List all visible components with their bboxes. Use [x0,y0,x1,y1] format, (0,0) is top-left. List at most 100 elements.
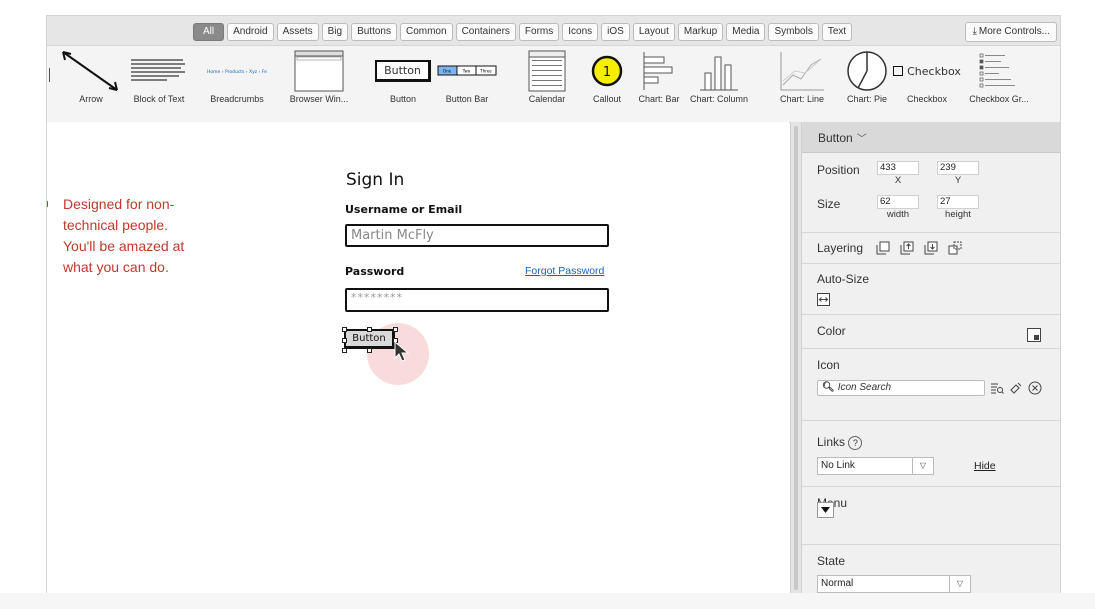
filter-chip-forms[interactable]: Forms [518,23,560,41]
more-controls-button[interactable]: ⤓ More Controls... [965,22,1057,42]
resize-handle-tr[interactable] [393,327,398,332]
filter-chip-containers[interactable]: Containers [455,23,516,41]
color-picker-button[interactable] [1027,328,1041,342]
inspector-header[interactable]: Button ﹀ [802,122,1060,153]
x-field[interactable]: 433 [877,161,919,175]
filter-chip-all[interactable]: All [193,23,225,41]
username-label[interactable]: Username or Email [345,203,462,216]
filter-chip-buttons[interactable]: Buttons [351,23,397,41]
library-item-checkbox-group[interactable]: Checkbox Gr... [964,46,1034,122]
icon-label: Icon [817,358,840,372]
checkbox-thumb-label: Checkbox [907,64,961,78]
resize-handle-tl[interactable] [342,327,347,332]
state-section: State Normal ▽ [802,545,1060,594]
icon-search-placeholder: Icon Search [837,382,892,393]
bring-to-front-icon[interactable] [876,241,890,255]
filter-chip-icons[interactable]: Icons [562,23,599,41]
design-canvas[interactable]: Designed for non- technical people. You'… [47,122,789,594]
icon-browse-icon[interactable] [990,381,1004,395]
component-library: Arrow Block of Text Home › Products › Xyz … [47,46,1060,123]
library-item-text-block[interactable]: Block of Text [124,46,194,122]
more-controls-label: More Controls... [978,26,1050,37]
layering-label: Layering [817,241,864,255]
library-item-button[interactable]: Button Button [368,46,438,122]
button-thumbnail-icon: Button [368,48,438,94]
filter-chip-assets[interactable]: Assets [276,23,319,41]
signin-title[interactable]: Sign In [346,170,404,190]
filter-chips: All Android Assets Big Buttons Common Containe… [193,23,853,41]
chart-line-thumbnail-icon [767,48,837,94]
password-label[interactable]: Password [345,265,404,278]
hide-link[interactable]: Hide [974,460,996,472]
size-label: Size [817,197,841,211]
y-field[interactable]: 239 [937,161,979,175]
help-icon[interactable]: ? [848,435,863,450]
clear-icon[interactable] [1028,381,1042,395]
caret-down-icon: ▽ [949,576,970,592]
resize-handle-bm[interactable] [367,348,372,353]
library-item-breadcrumbs[interactable]: Home › Products › Xyz › Features Breadcru… [202,46,272,122]
library-item-browser[interactable]: Browser Win... [284,46,354,122]
state-select[interactable]: Normal ▽ [817,575,971,593]
links-select[interactable]: No Link ▽ [817,457,934,475]
download-icon: ⤓ [972,26,977,37]
icon-edit-icon[interactable] [1009,381,1023,395]
filter-chip-big[interactable]: Big [321,23,349,41]
filter-chip-common[interactable]: Common [399,23,453,41]
info-icon [47,200,48,208]
filter-chip-symbols[interactable]: Symbols [768,23,819,41]
checkbox-thumbnail-icon: Checkbox [892,48,962,94]
divider-grip[interactable] [794,126,798,590]
note-text: Designed for non- technical people. You'… [63,196,185,275]
height-caption: height [945,209,971,220]
username-input[interactable]: Martin McFly [345,224,609,247]
icon-search-input[interactable]: 🔍︎ Icon Search [817,380,985,396]
width-field[interactable]: 62 [877,195,919,209]
library-item-button-bar[interactable]: One Two Three Button Bar [432,46,502,122]
send-backward-icon[interactable] [924,241,938,255]
panel-divider[interactable] [790,122,801,594]
callout-thumb-label: 1 [603,65,611,80]
library-item-checkbox[interactable]: Checkbox Checkbox [892,46,962,122]
resize-handle-tm[interactable] [367,327,372,332]
library-item-arrow[interactable]: Arrow [56,46,126,122]
checkbox-group-thumbnail-icon [964,48,1034,94]
button-bar-thumbnail-icon: One Two Three [432,48,502,94]
button-thumb-label: Button [375,60,431,82]
menu-section: Menu [802,487,1060,545]
button-bar-thumb-part: Two [462,69,471,74]
text-block-thumbnail-icon [124,48,194,94]
password-input[interactable]: ******** [345,288,609,312]
app-window: All Android Assets Big Buttons Common Containe… [46,15,1061,594]
button-bar-thumb-part: One [443,69,452,74]
resize-handle-ml[interactable] [342,338,347,343]
links-select-value: No Link [821,460,855,471]
color-swatch-corner [1034,335,1039,340]
arrow-thumbnail-icon [56,48,126,94]
chart-column-thumbnail-icon [684,48,754,94]
filter-chip-markup[interactable]: Markup [677,23,724,41]
inspector-title: Button [818,131,853,145]
height-field[interactable]: 27 [937,195,979,209]
filter-chip-layout[interactable]: Layout [632,23,675,41]
forgot-password-link[interactable]: Forgot Password [525,265,604,277]
filter-chip-ios[interactable]: iOS [601,23,630,41]
filter-chip-media[interactable]: Media [726,23,766,41]
bring-forward-icon[interactable] [900,241,914,255]
autosize-label: Auto-Size [817,272,870,286]
layering-section: Layering [802,233,1060,264]
properties-inspector: Button ﹀ Position 433 239 X Y Size 62 27 … [801,122,1060,594]
library-item-chart-line[interactable]: Chart: Line [767,46,837,122]
links-label: Links [817,435,846,449]
library-item-label: Checkbox Gr... [969,94,1029,104]
send-to-back-icon[interactable] [948,241,962,255]
selected-button[interactable]: Button [344,329,395,349]
autosize-icon[interactable] [817,293,830,306]
library-item-chart-column[interactable]: Chart: Column [684,46,754,122]
resize-handle-bl[interactable] [342,348,347,353]
filter-chip-android[interactable]: Android [227,23,274,41]
button-bar-thumb-part: Three [479,69,492,74]
library-item-label: Chart: Column [689,94,749,104]
filter-chip-text[interactable]: Text [821,23,853,41]
menu-dropdown-button[interactable] [817,502,834,518]
